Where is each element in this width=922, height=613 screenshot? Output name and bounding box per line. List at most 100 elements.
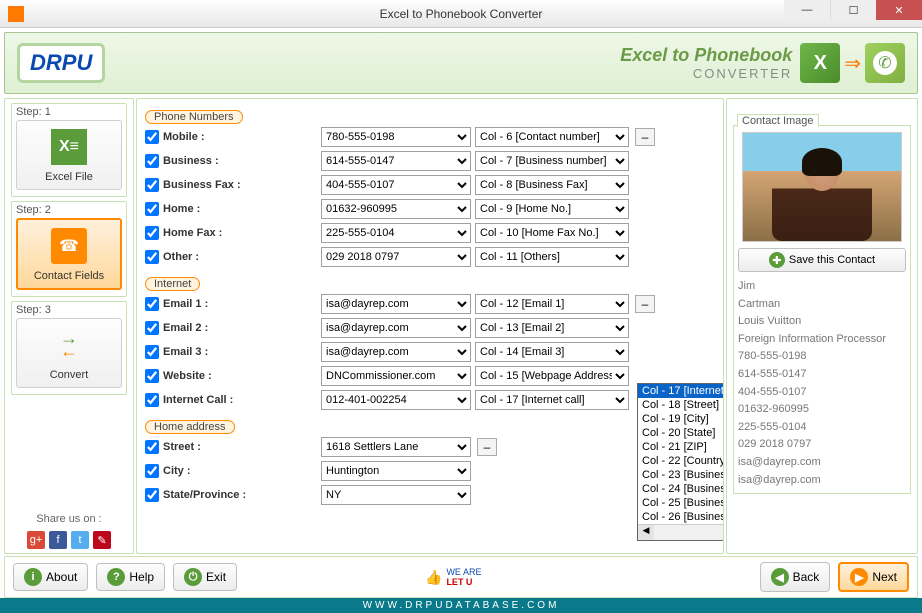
field-checkbox[interactable] bbox=[145, 297, 159, 311]
dropdown-option[interactable]: Col - 17 [Internet call] bbox=[638, 384, 724, 398]
contact-info-line: 780-555-0198 bbox=[738, 348, 906, 366]
column-select[interactable]: Col - 11 [Others] bbox=[475, 247, 629, 267]
value-select[interactable]: 404-555-0107 bbox=[321, 175, 471, 195]
column-select[interactable]: Col - 14 [Email 3] bbox=[475, 342, 629, 362]
contact-info-line: Cartman bbox=[738, 296, 906, 314]
column-select[interactable]: Col - 6 [Contact number] bbox=[475, 127, 629, 147]
column-select[interactable]: Col - 9 [Home No.] bbox=[475, 199, 629, 219]
field-label: Business Fax : bbox=[163, 179, 283, 191]
field-row: Home : 01632-960995Col - 9 [Home No.] bbox=[145, 198, 715, 220]
value-select[interactable]: isa@dayrep.com bbox=[321, 318, 471, 338]
dropdown-option[interactable]: Col - 19 [City] bbox=[638, 412, 724, 426]
field-checkbox[interactable] bbox=[145, 464, 159, 478]
banner: DRPU Excel to Phonebook CONVERTER X ⇒ ✆ bbox=[4, 32, 918, 94]
close-button[interactable]: ✕ bbox=[876, 0, 922, 20]
value-select[interactable]: 225-555-0104 bbox=[321, 223, 471, 243]
column-dropdown-open[interactable]: Col - 17 [Internet call]Col - 18 [Street… bbox=[637, 383, 724, 541]
value-select[interactable]: 1618 Settlers Lane bbox=[321, 437, 471, 457]
dropdown-option[interactable]: Col - 18 [Street] bbox=[638, 398, 724, 412]
step-contact-fields[interactable]: ☎ Contact Fields bbox=[16, 218, 122, 290]
save-contact-button[interactable]: ✚ Save this Contact bbox=[738, 248, 906, 272]
value-select[interactable]: DNCommissioner.com bbox=[321, 366, 471, 386]
column-select[interactable]: Col - 17 [Internet call] bbox=[475, 390, 629, 410]
contact-info-line: isa@dayrep.com bbox=[738, 454, 906, 472]
column-select[interactable]: Col - 13 [Email 2] bbox=[475, 318, 629, 338]
value-select[interactable]: 012-401-002254 bbox=[321, 390, 471, 410]
value-select[interactable]: 029 2018 0797 bbox=[321, 247, 471, 267]
remove-button[interactable]: – bbox=[477, 438, 497, 456]
field-checkbox[interactable] bbox=[145, 369, 159, 383]
column-select[interactable]: Col - 7 [Business number] bbox=[475, 151, 629, 171]
field-checkbox[interactable] bbox=[145, 321, 159, 335]
contact-photo bbox=[742, 132, 902, 242]
dropdown-option[interactable]: Col - 23 [Business Street] bbox=[638, 468, 724, 482]
remove-button[interactable]: – bbox=[635, 128, 655, 146]
googleplus-icon[interactable]: g+ bbox=[27, 531, 45, 549]
arrow-icon: ⇒ bbox=[844, 51, 861, 76]
dropdown-hscroll[interactable]: ◀▶ bbox=[638, 524, 724, 540]
back-button[interactable]: ◀Back bbox=[760, 562, 831, 592]
column-select[interactable]: Col - 15 [Webpage Address] bbox=[475, 366, 629, 386]
field-row: Home Fax :225-555-0104Col - 10 [Home Fax… bbox=[145, 222, 715, 244]
field-checkbox[interactable] bbox=[145, 393, 159, 407]
convert-icon: →← bbox=[60, 328, 78, 362]
twitter-icon[interactable]: t bbox=[71, 531, 89, 549]
field-checkbox[interactable] bbox=[145, 250, 159, 264]
facebook-icon[interactable]: f bbox=[49, 531, 67, 549]
maximize-button[interactable]: ☐ bbox=[830, 0, 876, 20]
phonebook-icon: ✆ bbox=[865, 43, 905, 83]
column-select[interactable]: Col - 8 [Business Fax] bbox=[475, 175, 629, 195]
dropdown-option[interactable]: Col - 24 [Business City] bbox=[638, 482, 724, 496]
column-select[interactable]: Col - 10 [Home Fax No.] bbox=[475, 223, 629, 243]
column-select[interactable]: Col - 12 [Email 1] bbox=[475, 294, 629, 314]
field-checkbox[interactable] bbox=[145, 226, 159, 240]
dropdown-option[interactable]: Col - 21 [ZIP] bbox=[638, 440, 724, 454]
excel-icon: X bbox=[800, 43, 840, 83]
value-select[interactable]: Huntington bbox=[321, 461, 471, 481]
excel-file-icon: X≡ bbox=[51, 129, 87, 165]
pinterest-icon[interactable]: ✎ bbox=[93, 531, 111, 549]
field-checkbox[interactable] bbox=[145, 488, 159, 502]
help-button[interactable]: ?Help bbox=[96, 563, 165, 591]
field-checkbox[interactable] bbox=[145, 202, 159, 216]
thumb-icon: 👍 bbox=[425, 569, 442, 586]
exit-button[interactable]: ⏻Exit bbox=[173, 563, 237, 591]
field-checkbox[interactable] bbox=[145, 440, 159, 454]
field-checkbox[interactable] bbox=[145, 154, 159, 168]
value-select[interactable]: NY bbox=[321, 485, 471, 505]
minimize-button[interactable]: — bbox=[784, 0, 830, 20]
contact-panel: Contact Image ✚ Save this Contact JimCar… bbox=[726, 98, 918, 554]
field-checkbox[interactable] bbox=[145, 130, 159, 144]
logo: DRPU bbox=[17, 43, 105, 83]
step-excel-file[interactable]: X≡ Excel File bbox=[16, 120, 122, 190]
value-select[interactable]: isa@dayrep.com bbox=[321, 294, 471, 314]
field-label: Home : bbox=[163, 203, 283, 215]
value-select[interactable]: isa@dayrep.com bbox=[321, 342, 471, 362]
dropdown-option[interactable]: Col - 20 [State] bbox=[638, 426, 724, 440]
app-icon bbox=[8, 6, 24, 22]
step-convert[interactable]: →← Convert bbox=[16, 318, 122, 388]
field-checkbox[interactable] bbox=[145, 178, 159, 192]
next-button[interactable]: ▶Next bbox=[838, 562, 909, 592]
field-checkbox[interactable] bbox=[145, 345, 159, 359]
value-select[interactable]: 780-555-0198 bbox=[321, 127, 471, 147]
dropdown-option[interactable]: Col - 26 [Business ZIP] bbox=[638, 510, 724, 524]
value-select[interactable]: 01632-960995 bbox=[321, 199, 471, 219]
remove-button[interactable]: – bbox=[635, 295, 655, 313]
field-row: Website :DNCommissioner.comCol - 15 [Web… bbox=[145, 365, 715, 387]
value-select[interactable]: 614-555-0147 bbox=[321, 151, 471, 171]
dropdown-option[interactable]: Col - 25 [Business State] bbox=[638, 496, 724, 510]
step2-label: Step: 2 bbox=[16, 204, 122, 216]
field-row: Business Fax : 404-555-0107Col - 8 [Busin… bbox=[145, 174, 715, 196]
contact-info-line: 614-555-0147 bbox=[738, 366, 906, 384]
field-label: Other : bbox=[163, 251, 283, 263]
field-label: State/Province : bbox=[163, 489, 283, 501]
contact-image-label: Contact Image bbox=[737, 114, 819, 127]
banner-title: Excel to Phonebook bbox=[620, 45, 792, 66]
field-label: Email 2 : bbox=[163, 322, 283, 334]
info-icon: i bbox=[24, 568, 42, 586]
dropdown-option[interactable]: Col - 22 [Country] bbox=[638, 454, 724, 468]
field-row: Email 2 : isa@dayrep.comCol - 13 [Email 2… bbox=[145, 317, 715, 339]
about-button[interactable]: iAbout bbox=[13, 563, 88, 591]
field-label: Mobile : bbox=[163, 131, 283, 143]
